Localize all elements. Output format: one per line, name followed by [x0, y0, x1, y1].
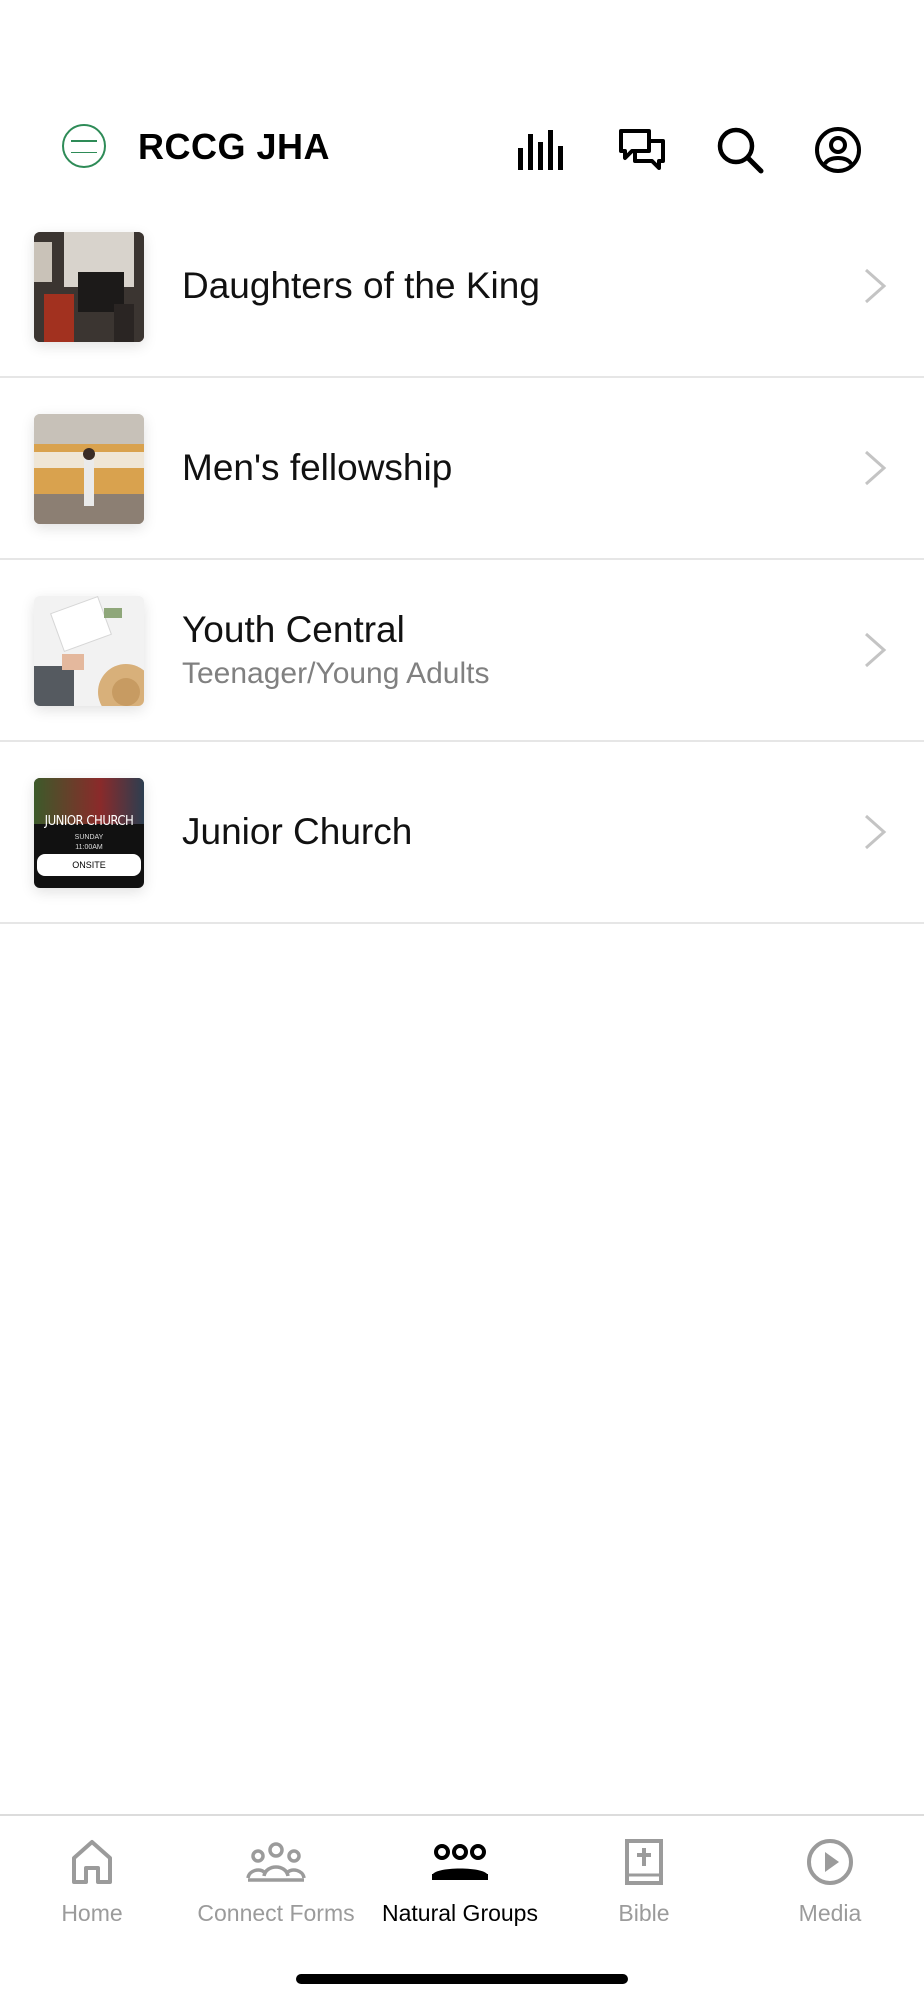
app-title: RCCG JHA: [138, 126, 331, 167]
search-icon[interactable]: [714, 124, 766, 176]
logo-mark: [71, 139, 97, 153]
bottom-tab-bar: Home Connect Forms Natural Groups Bible …: [0, 1814, 924, 2000]
group-title: Daughters of the King: [182, 265, 540, 306]
group-title: Junior Church: [182, 811, 413, 852]
home-indicator: [296, 1974, 628, 1984]
tab-home[interactable]: Home: [0, 1834, 184, 1944]
bible-icon: [612, 1834, 676, 1890]
group-title: Men's fellowship: [182, 447, 453, 488]
groups-list: Daughters of the King Men's fellowship Y…: [0, 196, 924, 924]
chevron-right-icon: [865, 268, 887, 304]
chevron-right-icon: [865, 632, 887, 668]
home-icon: [60, 1834, 124, 1890]
app-header: RCCG JHA: [0, 110, 924, 190]
tab-label: Bible: [618, 1900, 670, 1926]
list-item[interactable]: Daughters of the King: [0, 196, 924, 378]
group-subtitle: Teenager/Young Adults: [182, 657, 490, 690]
tab-media[interactable]: Media: [738, 1834, 922, 1944]
tab-natural-groups[interactable]: Natural Groups: [368, 1834, 552, 1944]
group-thumbnail: [34, 414, 144, 524]
church-logo: [62, 124, 106, 168]
tab-label: Home: [61, 1900, 123, 1926]
tab-label: Natural Groups: [382, 1900, 538, 1926]
thumbnail-badge: ONSITE: [37, 854, 141, 876]
groups-icon: [428, 1834, 492, 1890]
group-title: Youth Central: [182, 609, 405, 650]
tab-label: Connect Forms: [197, 1900, 355, 1926]
list-item[interactable]: Youth Central Teenager/Young Adults: [0, 560, 924, 742]
chart-bars-icon[interactable]: [516, 124, 568, 176]
chevron-right-icon: [865, 814, 887, 850]
tab-connect-forms[interactable]: Connect Forms: [184, 1834, 368, 1944]
thumbnail-title: JUNIOR CHURCH: [44, 814, 134, 829]
list-item[interactable]: Men's fellowship: [0, 378, 924, 560]
list-item[interactable]: JUNIOR CHURCH SUNDAY 11:00AM ONSITE Juni…: [0, 742, 924, 924]
group-thumbnail: JUNIOR CHURCH SUNDAY 11:00AM ONSITE: [34, 778, 144, 888]
thumbnail-day: SUNDAY: [74, 834, 104, 841]
group-thumbnail: [34, 232, 144, 342]
chat-bubbles-icon[interactable]: [616, 124, 668, 176]
play-icon: [798, 1834, 862, 1890]
chevron-right-icon: [865, 450, 887, 486]
profile-icon[interactable]: [812, 124, 864, 176]
tab-bible[interactable]: Bible: [552, 1834, 736, 1944]
tab-label: Media: [798, 1900, 862, 1926]
people-icon: [244, 1834, 308, 1890]
thumbnail-time: 11:00AM: [75, 844, 103, 851]
group-thumbnail: [34, 596, 144, 706]
